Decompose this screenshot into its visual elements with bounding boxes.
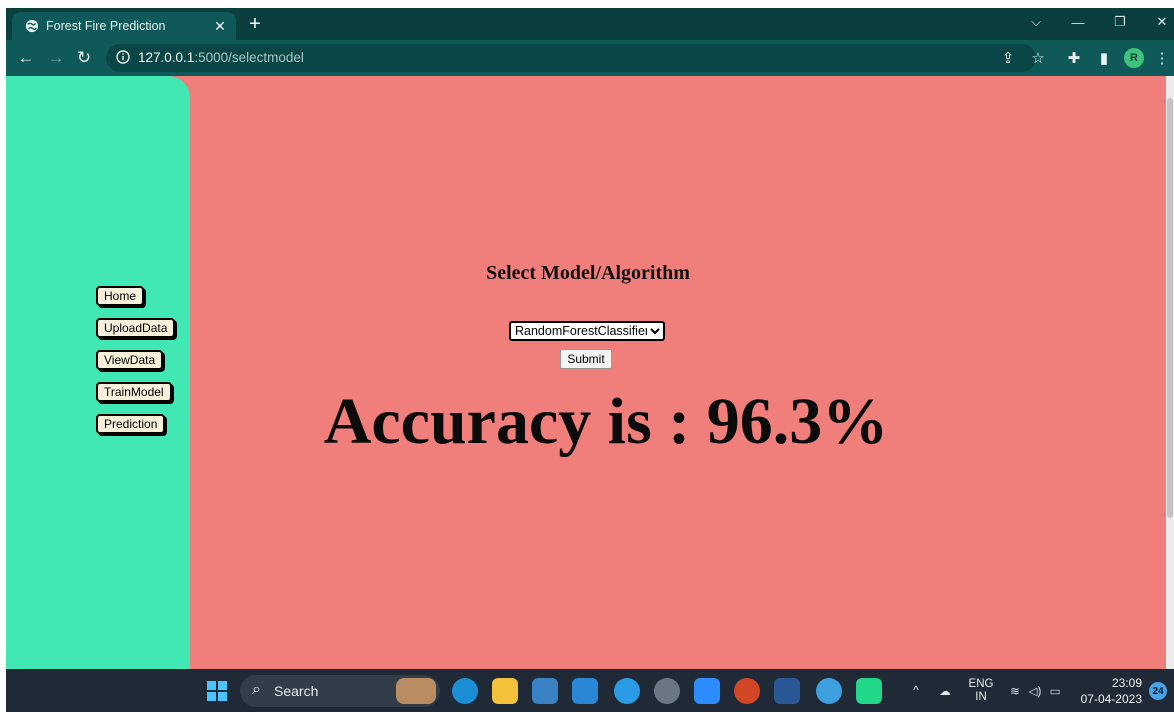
taskbar-search[interactable]: ⌕ Search [240,675,440,707]
notification-badge[interactable]: 24 [1149,682,1167,700]
new-tab-button[interactable]: + [244,13,266,35]
address-bar[interactable]: 127.0.0.1:5000/selectmodel ⇪ ☆ [106,44,1045,72]
onedrive-cloud-icon[interactable]: ☁ [934,669,956,712]
search-icon: ⌕ [252,681,261,698]
forward-arrow-icon[interactable]: → [44,46,68,70]
windows-taskbar: ⌕ Search ^ ☁ ENG IN ≋ ◁) ▭ 23:09 07-04-2… [6,669,1174,712]
help-icon[interactable] [614,678,640,704]
url-host: 127.0.0.1 [138,50,195,65]
language-indicator[interactable]: ENG IN [966,669,996,712]
share-icon[interactable]: ⇪ [996,46,1020,70]
model-select-wrapper: RandomForestClassifier [509,321,665,341]
tab-strip: Forest Fire Prediction ✕ + ⌵ — ❐ ✕ [6,8,1174,40]
nav-prediction-link[interactable]: Prediction [96,414,166,434]
globe-icon [25,19,39,33]
browser-window: Forest Fire Prediction ✕ + ⌵ — ❐ ✕ ← → ↻… [6,8,1174,712]
tab-title: Forest Fire Prediction [46,19,166,33]
page-scrollbar[interactable] [1166,76,1174,669]
page-viewport: Home UploadData ViewData TrainModel Pred… [6,76,1174,669]
clock-time: 23:09 [1111,676,1142,690]
edge-icon[interactable] [452,678,478,704]
tab-close-icon[interactable]: ✕ [210,16,230,36]
model-select[interactable]: RandomForestClassifier [509,321,665,341]
language-code: ENG [968,677,994,690]
profile-initial: R [1124,48,1144,68]
info-icon [116,50,130,64]
taskbar-clock[interactable]: 23:09 07-04-2023 [1078,675,1142,707]
settings-gear-icon[interactable] [654,678,680,704]
powerpoint-icon[interactable] [734,678,760,704]
url-path: :5000/selectmodel [194,50,304,65]
nav-uploaddata-link[interactable]: UploadData [96,318,176,338]
tray-chevron-icon[interactable]: ^ [908,669,924,712]
accuracy-result: Accuracy is : 96.3% [323,385,889,458]
extensions-puzzle-icon[interactable]: ✚ [1062,46,1086,70]
zoom-icon[interactable] [694,678,720,704]
close-window-button[interactable]: ✕ [1142,8,1174,36]
microsoft-store-icon[interactable] [532,678,558,704]
nav-home-link[interactable]: Home [96,286,145,306]
chrome-icon[interactable] [816,678,842,704]
restore-button[interactable]: ❐ [1100,8,1140,36]
sidebar-nav: Home UploadData ViewData TrainModel Pred… [96,286,176,434]
battery-icon[interactable]: ▭ [1046,669,1064,712]
more-menu-icon[interactable]: ⋮ [1150,46,1174,70]
nav-viewdata-link[interactable]: ViewData [96,350,164,370]
taskbar-search-label: Search [274,683,319,699]
back-arrow-icon[interactable]: ← [14,46,38,70]
address-toolbar: ← → ↻ 127.0.0.1:5000/selectmodel ⇪ ☆ ✚ ▮… [6,40,1174,76]
nav-trainmodel-link[interactable]: TrainModel [96,382,172,402]
volume-icon[interactable]: ◁) [1026,669,1044,712]
reload-icon[interactable]: ↻ [72,46,96,70]
sidebar: Home UploadData ViewData TrainModel Pred… [6,76,190,669]
app-icon[interactable] [572,678,598,704]
start-windows-icon[interactable] [204,678,230,704]
wifi-icon[interactable]: ≋ [1006,669,1024,712]
submit-button[interactable]: Submit [560,349,612,369]
tab-forest-fire-prediction[interactable]: Forest Fire Prediction ✕ [12,12,236,40]
page-title: Select Model/Algorithm [486,262,690,284]
tab-search-chevron-icon[interactable]: ⌵ [1016,8,1056,36]
search-highlight-image [396,678,436,704]
scrollbar-thumb[interactable] [1167,98,1173,518]
side-panel-icon[interactable]: ▮ [1092,46,1116,70]
clock-date: 07-04-2023 [1080,692,1142,706]
word-icon[interactable] [774,678,800,704]
file-explorer-icon[interactable] [492,678,518,704]
minimize-button[interactable]: — [1058,8,1098,36]
url-text[interactable]: 127.0.0.1:5000/selectmodel [138,50,304,65]
pycharm-icon[interactable] [856,678,882,704]
bookmark-star-icon[interactable]: ☆ [1026,46,1050,70]
region-code: IN [975,690,987,703]
profile-avatar[interactable]: R [1122,46,1146,70]
